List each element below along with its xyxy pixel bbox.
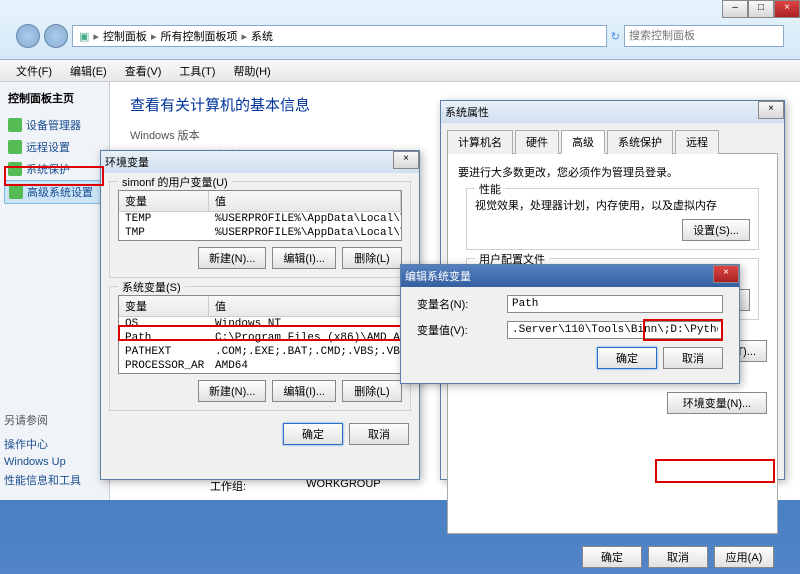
sys-vars-table[interactable]: 变量值 OSWindows_NT PathC:\Program Files (x…: [118, 295, 402, 374]
sidebar-item-remote[interactable]: 远程设置: [4, 136, 105, 158]
var-value-label: 变量值(V):: [417, 322, 497, 338]
sys-edit-button[interactable]: 编辑(I)...: [272, 380, 336, 402]
shield-icon: [9, 185, 23, 199]
menu-view[interactable]: 查看(V): [117, 61, 170, 81]
user-vars-group-title: simonf 的用户变量(U): [118, 174, 232, 190]
close-button[interactable]: ×: [774, 0, 800, 18]
var-name-input[interactable]: [507, 295, 723, 313]
envvar-ok[interactable]: 确定: [283, 423, 343, 445]
search-input[interactable]: [624, 25, 784, 47]
perf-settings-button[interactable]: 设置(S)...: [682, 219, 750, 241]
shield-icon: [8, 162, 22, 176]
editvar-ok[interactable]: 确定: [597, 347, 657, 369]
nav-back-button[interactable]: [16, 24, 40, 48]
sys-delete-button[interactable]: 删除(L): [342, 380, 402, 402]
var-value-input[interactable]: [507, 321, 723, 339]
table-row[interactable]: TMP%USERPROFILE%\AppData\Local\Temp: [119, 226, 401, 240]
breadcrumb[interactable]: ▣ ▸ 控制面板 ▸ 所有控制面板项 ▸ 系统: [72, 25, 607, 47]
env-vars-button[interactable]: 环境变量(N)...: [667, 392, 767, 414]
editvar-titlebar[interactable]: 编辑系统变量 ×: [401, 265, 739, 287]
table-row[interactable]: OSWindows_NT: [119, 317, 401, 331]
sys-new-button[interactable]: 新建(N)...: [198, 380, 266, 402]
table-row[interactable]: PATHEXT.COM;.EXE;.BAT;.CMD;.VBS;.VBE;: [119, 345, 401, 359]
workgroup-value: WORKGROUP: [306, 478, 381, 494]
nav-forward-button[interactable]: [44, 24, 68, 48]
perf-desc: 视觉效果，处理器计划，内存使用，以及虚拟内存: [475, 197, 750, 213]
sysprops-close[interactable]: ×: [758, 101, 784, 119]
sidebar-item-advanced[interactable]: 高级系统设置: [4, 180, 105, 204]
maximize-button[interactable]: □: [748, 0, 774, 18]
link-action-center[interactable]: 操作中心: [4, 434, 81, 454]
editvar-close[interactable]: ×: [713, 265, 739, 283]
sysprops-apply[interactable]: 应用(A): [714, 546, 774, 568]
shield-icon: [8, 118, 22, 132]
computer-icon: ▣: [79, 30, 89, 43]
user-delete-button[interactable]: 删除(L): [342, 247, 402, 269]
tab-computer-name[interactable]: 计算机名: [447, 130, 513, 154]
sidebar-item-device-manager[interactable]: 设备管理器: [4, 114, 105, 136]
sysprops-ok[interactable]: 确定: [582, 546, 642, 568]
breadcrumb-item[interactable]: 控制面板: [103, 28, 147, 44]
user-vars-table[interactable]: 变量值 TEMP%USERPROFILE%\AppData\Local\Temp…: [118, 190, 402, 241]
table-row[interactable]: TEMP%USERPROFILE%\AppData\Local\Temp: [119, 212, 401, 226]
breadcrumb-item[interactable]: 系统: [251, 28, 273, 44]
sysprops-title: 系统属性: [445, 104, 489, 120]
minimize-button[interactable]: –: [722, 0, 748, 18]
tab-advanced[interactable]: 高级: [561, 130, 605, 154]
var-name-label: 变量名(N):: [417, 296, 497, 312]
tab-remote[interactable]: 远程: [675, 130, 719, 154]
refresh-icon[interactable]: ↻: [611, 30, 620, 43]
perf-group-title: 性能: [475, 181, 505, 197]
sysprops-cancel[interactable]: 取消: [648, 546, 708, 568]
table-row[interactable]: PROCESSOR_ARAMD64: [119, 359, 401, 373]
envvar-title: 环境变量: [105, 154, 149, 170]
user-new-button[interactable]: 新建(N)...: [198, 247, 266, 269]
sys-vars-group-title: 系统变量(S): [118, 279, 185, 295]
sysprops-titlebar[interactable]: 系统属性 ×: [441, 101, 784, 123]
editvar-cancel[interactable]: 取消: [663, 347, 723, 369]
menu-edit[interactable]: 编辑(E): [62, 61, 115, 81]
menu-help[interactable]: 帮助(H): [225, 61, 278, 81]
envvar-close[interactable]: ×: [393, 151, 419, 169]
link-windows-update[interactable]: Windows Up: [4, 454, 81, 470]
workgroup-label: 工作组:: [210, 478, 246, 494]
tab-protection[interactable]: 系统保护: [607, 130, 673, 154]
menu-tools[interactable]: 工具(T): [171, 61, 223, 81]
tab-hardware[interactable]: 硬件: [515, 130, 559, 154]
table-row[interactable]: PathC:\Program Files (x86)\AMD APP\..: [119, 331, 401, 345]
breadcrumb-item[interactable]: 所有控制面板项: [160, 28, 237, 44]
sidebar-title: 控制面板主页: [4, 90, 105, 106]
envvar-titlebar[interactable]: 环境变量 ×: [101, 151, 419, 173]
menu-file[interactable]: 文件(F): [8, 61, 60, 81]
see-also-label: 另请参阅: [4, 410, 81, 430]
sidebar-item-protection[interactable]: 系统保护: [4, 158, 105, 180]
envvar-cancel[interactable]: 取消: [349, 423, 409, 445]
admin-note: 要进行大多数更改，您必须作为管理员登录。: [458, 164, 767, 180]
editvar-title: 编辑系统变量: [405, 268, 471, 284]
user-edit-button[interactable]: 编辑(I)...: [272, 247, 336, 269]
shield-icon: [8, 140, 22, 154]
link-perf-info[interactable]: 性能信息和工具: [4, 470, 81, 490]
